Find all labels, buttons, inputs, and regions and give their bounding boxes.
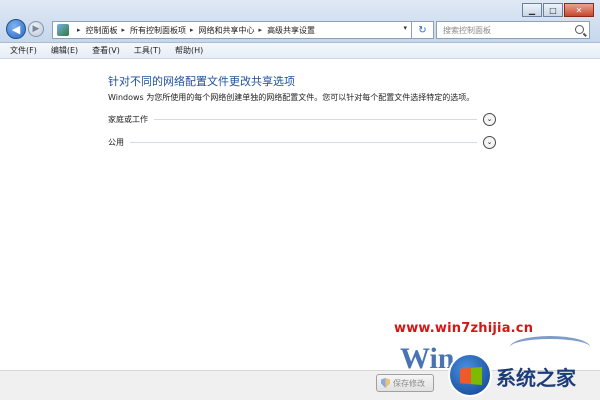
section-home-or-work[interactable]: 家庭或工作 ⌄ bbox=[108, 111, 496, 127]
breadcrumb-label[interactable]: 控制面板 bbox=[86, 25, 118, 36]
watermark-logo-icon bbox=[448, 353, 492, 397]
breadcrumb-arrow-icon[interactable]: ▸ bbox=[77, 26, 81, 34]
menu-view[interactable]: 查看(V) bbox=[92, 45, 120, 56]
breadcrumb-label[interactable]: 高级共享设置 bbox=[267, 25, 315, 36]
page-title: 针对不同的网络配置文件更改共享选项 bbox=[108, 75, 295, 88]
breadcrumb-label[interactable]: 所有控制面板项 bbox=[130, 25, 186, 36]
breadcrumb-item[interactable]: ▸ 网络和共享中心 bbox=[186, 25, 255, 36]
section-divider bbox=[154, 118, 477, 120]
chevron-down-icon[interactable]: ⌄ bbox=[483, 135, 496, 149]
watermark-swirl bbox=[510, 336, 590, 358]
watermark-url: www.win7zhijia.cn bbox=[394, 321, 534, 336]
watermark-brand: 系统之家 bbox=[496, 366, 576, 390]
breadcrumb-arrow-icon[interactable]: ▸ bbox=[122, 26, 126, 34]
section-label: 家庭或工作 bbox=[108, 114, 148, 124]
save-changes-button[interactable]: 保存修改 bbox=[376, 374, 434, 392]
refresh-button[interactable]: ↻ bbox=[412, 21, 434, 39]
menu-edit[interactable]: 编辑(E) bbox=[51, 45, 78, 56]
search-icon[interactable] bbox=[575, 25, 584, 34]
address-dropdown-icon[interactable]: ▾ bbox=[403, 24, 407, 32]
back-button[interactable]: ◀ bbox=[6, 19, 26, 39]
page-description: Windows 为您所使用的每个网络创建单独的网络配置文件。您可以针对每个配置文… bbox=[108, 93, 475, 102]
watermark-win-text: Win bbox=[400, 342, 455, 375]
section-public[interactable]: 公用 ⌄ bbox=[108, 134, 496, 150]
section-divider bbox=[130, 141, 477, 143]
minimize-button[interactable]: ▁ bbox=[522, 3, 542, 17]
address-bar[interactable]: ▸ 控制面板 ▸ 所有控制面板项 ▸ 网络和共享中心 ▸ 高级共享设置 ▾ bbox=[52, 21, 412, 39]
breadcrumb-arrow-icon[interactable]: ▸ bbox=[190, 26, 194, 34]
menu-tools[interactable]: 工具(T) bbox=[134, 45, 161, 56]
uac-shield-icon bbox=[381, 378, 390, 388]
chevron-down-icon[interactable]: ⌄ bbox=[483, 112, 496, 126]
breadcrumb-arrow-icon[interactable]: ▸ bbox=[259, 26, 263, 34]
breadcrumb-label[interactable]: 网络和共享中心 bbox=[199, 25, 255, 36]
title-bar: ▁ □ ✕ ◀ ▶ ▸ 控制面板 ▸ 所有控制面板项 ▸ 网络和共享中心 ▸ 高级共享设… bbox=[0, 0, 600, 43]
section-label: 公用 bbox=[108, 137, 124, 147]
save-changes-label: 保存修改 bbox=[393, 378, 425, 388]
breadcrumb-item[interactable]: ▸ 所有控制面板项 bbox=[118, 25, 187, 36]
search-input[interactable] bbox=[443, 25, 573, 35]
menu-bar: 文件(F) 编辑(E) 查看(V) 工具(T) 帮助(H) bbox=[0, 43, 600, 59]
forward-button[interactable]: ▶ bbox=[28, 21, 44, 37]
control-panel-icon bbox=[57, 24, 69, 36]
menu-help[interactable]: 帮助(H) bbox=[175, 45, 203, 56]
breadcrumb-item[interactable]: ▸ 控制面板 bbox=[73, 25, 118, 36]
breadcrumb-item[interactable]: ▸ 高级共享设置 bbox=[255, 25, 316, 36]
window-controls: ▁ □ ✕ bbox=[521, 3, 594, 17]
menu-file[interactable]: 文件(F) bbox=[10, 45, 37, 56]
maximize-button[interactable]: □ bbox=[543, 3, 563, 17]
search-box[interactable] bbox=[436, 21, 590, 39]
close-button[interactable]: ✕ bbox=[564, 3, 594, 17]
